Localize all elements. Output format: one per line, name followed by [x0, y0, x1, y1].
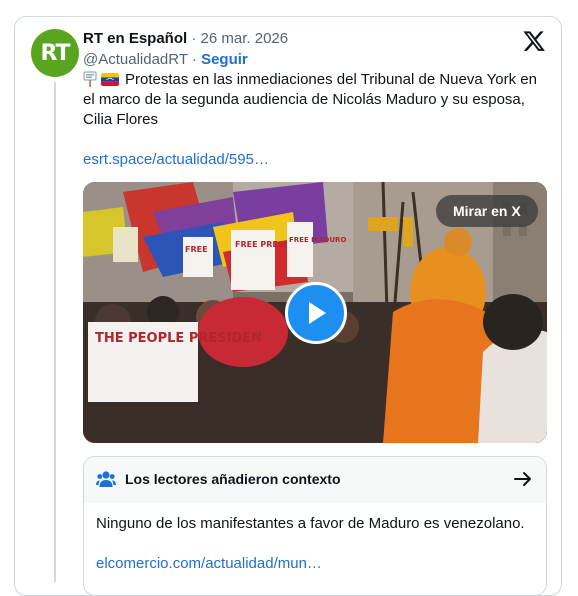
community-note-link[interactable]: elcomercio.com/actualidad/mun… [96, 554, 322, 574]
sign-free-maduro: FREE MADURO [289, 236, 346, 244]
sign-the-people: THE PEOPLE PRESIDEN [95, 331, 262, 346]
placard-icon [83, 71, 97, 87]
author-handle[interactable]: @ActualidadRT [83, 51, 188, 68]
community-note-text: Ninguno de los manifestantes a favor de … [96, 515, 525, 532]
venezuela-flag-icon [101, 73, 119, 86]
avatar[interactable]: RT [31, 29, 79, 77]
author-name[interactable]: RT en Español [83, 30, 187, 47]
community-note-title: Los lectores añadieron contexto [125, 471, 341, 487]
tweet-header: RT en Español · 26 mar. 2026 [83, 30, 288, 48]
separator: · [191, 30, 197, 47]
tweet-text: Protestas en las inmediaciones del Tribu… [83, 70, 548, 130]
arrow-right-icon[interactable] [514, 471, 532, 487]
tweet-link[interactable]: esrt.space/actualidad/595… [83, 151, 269, 169]
play-button[interactable] [285, 282, 347, 344]
thread-line [54, 82, 56, 582]
community-note[interactable]: Los lectores añadieron contexto Ninguno … [83, 456, 547, 596]
watch-on-x-button[interactable]: Mirar en X [436, 195, 538, 227]
tweet-body: Protestas en las inmediaciones del Tribu… [83, 71, 537, 128]
follow-button[interactable]: Seguir [201, 51, 248, 68]
play-icon [309, 302, 326, 324]
separator: · [191, 51, 197, 68]
tweet-subheader: @ActualidadRT · Seguir [83, 51, 248, 69]
users-icon [96, 471, 116, 487]
tweet-date[interactable]: 26 mar. 2026 [201, 30, 289, 47]
x-logo-icon[interactable] [523, 30, 545, 52]
community-note-header[interactable]: Los lectores añadieron contexto [84, 457, 546, 502]
sign-free: FREE [185, 245, 208, 254]
